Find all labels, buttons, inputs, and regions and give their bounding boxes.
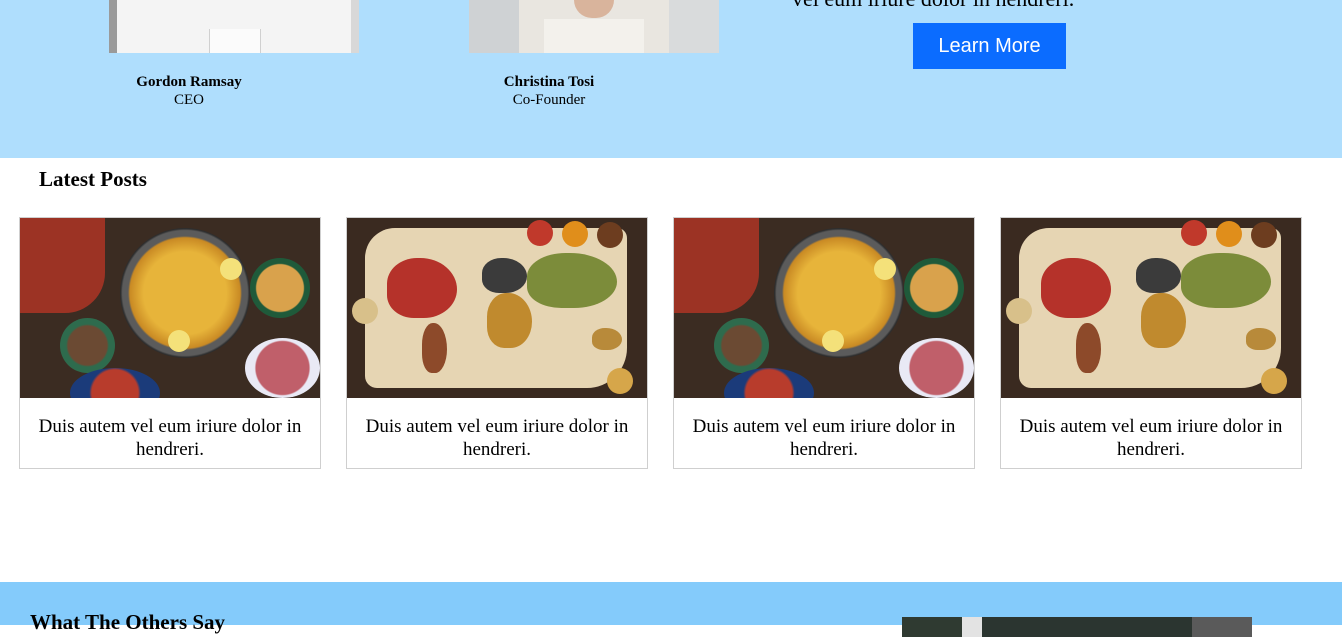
team-section: Gordon Ramsay CEO Christina Tosi Co-Foun… (0, 0, 1342, 158)
paella-image[interactable] (20, 218, 320, 398)
spice-bowl (1216, 221, 1242, 247)
learn-more-button[interactable]: Learn More (913, 23, 1066, 69)
member-role: Co-Founder (512, 92, 586, 108)
side-bowl (60, 318, 115, 373)
map-continent (592, 328, 622, 350)
gordon-ramsay-photo (109, 0, 359, 53)
about-text-fragment: vel eum iriure dolor in hendreri. (792, 0, 1074, 12)
spice-world-map-image[interactable] (1001, 218, 1301, 398)
testimonials-section: What The Others Say (0, 582, 1342, 637)
map-continent (482, 258, 527, 293)
spice-world-map-image[interactable] (347, 218, 647, 398)
team-member-christina-tosi: Christina Tosi Co-Founder (469, 73, 629, 109)
portrait-shirt (544, 19, 644, 53)
map-continent (1246, 328, 1276, 350)
spice-bowl (607, 368, 633, 394)
testimonials-title: What The Others Say (30, 610, 226, 634)
member-name: Christina Tosi (503, 74, 595, 90)
map-continent (1181, 253, 1271, 308)
testimonial-photo (902, 617, 1252, 637)
spice-bowl (1006, 298, 1032, 324)
latest-posts-title: Latest Posts (39, 167, 147, 191)
paella-image[interactable] (674, 218, 974, 398)
side-bowl (250, 258, 310, 318)
chef-jacket-collar (209, 29, 261, 53)
team-member-gordon-ramsay: Gordon Ramsay CEO (109, 73, 269, 109)
ham-plate (20, 218, 105, 313)
spice-bowl (527, 220, 553, 246)
spice-bowl (562, 221, 588, 247)
post-card[interactable]: Duis autem vel eum iriure dolor in hendr… (346, 217, 648, 469)
map-continent (422, 323, 447, 373)
map-continent (527, 253, 617, 308)
post-caption[interactable]: Duis autem vel eum iriure dolor in hendr… (20, 415, 320, 461)
spice-bowl (352, 298, 378, 324)
map-continent (387, 258, 457, 318)
spice-bowl (597, 222, 623, 248)
post-caption[interactable]: Duis autem vel eum iriure dolor in hendr… (347, 415, 647, 461)
side-bowl (714, 318, 769, 373)
side-bowl (904, 258, 964, 318)
map-continent (1136, 258, 1181, 293)
map-continent (1041, 258, 1111, 318)
post-caption[interactable]: Duis autem vel eum iriure dolor in hendr… (674, 415, 974, 461)
map-continent (1076, 323, 1101, 373)
portrait-neck (574, 0, 614, 18)
lemon-slice (874, 258, 896, 280)
map-continent (1141, 293, 1186, 348)
side-bowl (899, 338, 974, 398)
side-bowl (245, 338, 320, 398)
spice-bowl (1261, 368, 1287, 394)
post-card[interactable]: Duis autem vel eum iriure dolor in hendr… (19, 217, 321, 469)
christina-tosi-photo (469, 0, 719, 53)
post-card[interactable]: Duis autem vel eum iriure dolor in hendr… (1000, 217, 1302, 469)
map-continent (487, 293, 532, 348)
member-role: CEO (174, 92, 204, 108)
spice-bowl (1181, 220, 1207, 246)
lemon-slice (822, 330, 844, 352)
ham-plate (674, 218, 759, 313)
post-card[interactable]: Duis autem vel eum iriure dolor in hendr… (673, 217, 975, 469)
lemon-slice (168, 330, 190, 352)
spice-bowl (1251, 222, 1277, 248)
lemon-slice (220, 258, 242, 280)
post-caption[interactable]: Duis autem vel eum iriure dolor in hendr… (1001, 415, 1301, 461)
member-name: Gordon Ramsay (136, 74, 242, 90)
